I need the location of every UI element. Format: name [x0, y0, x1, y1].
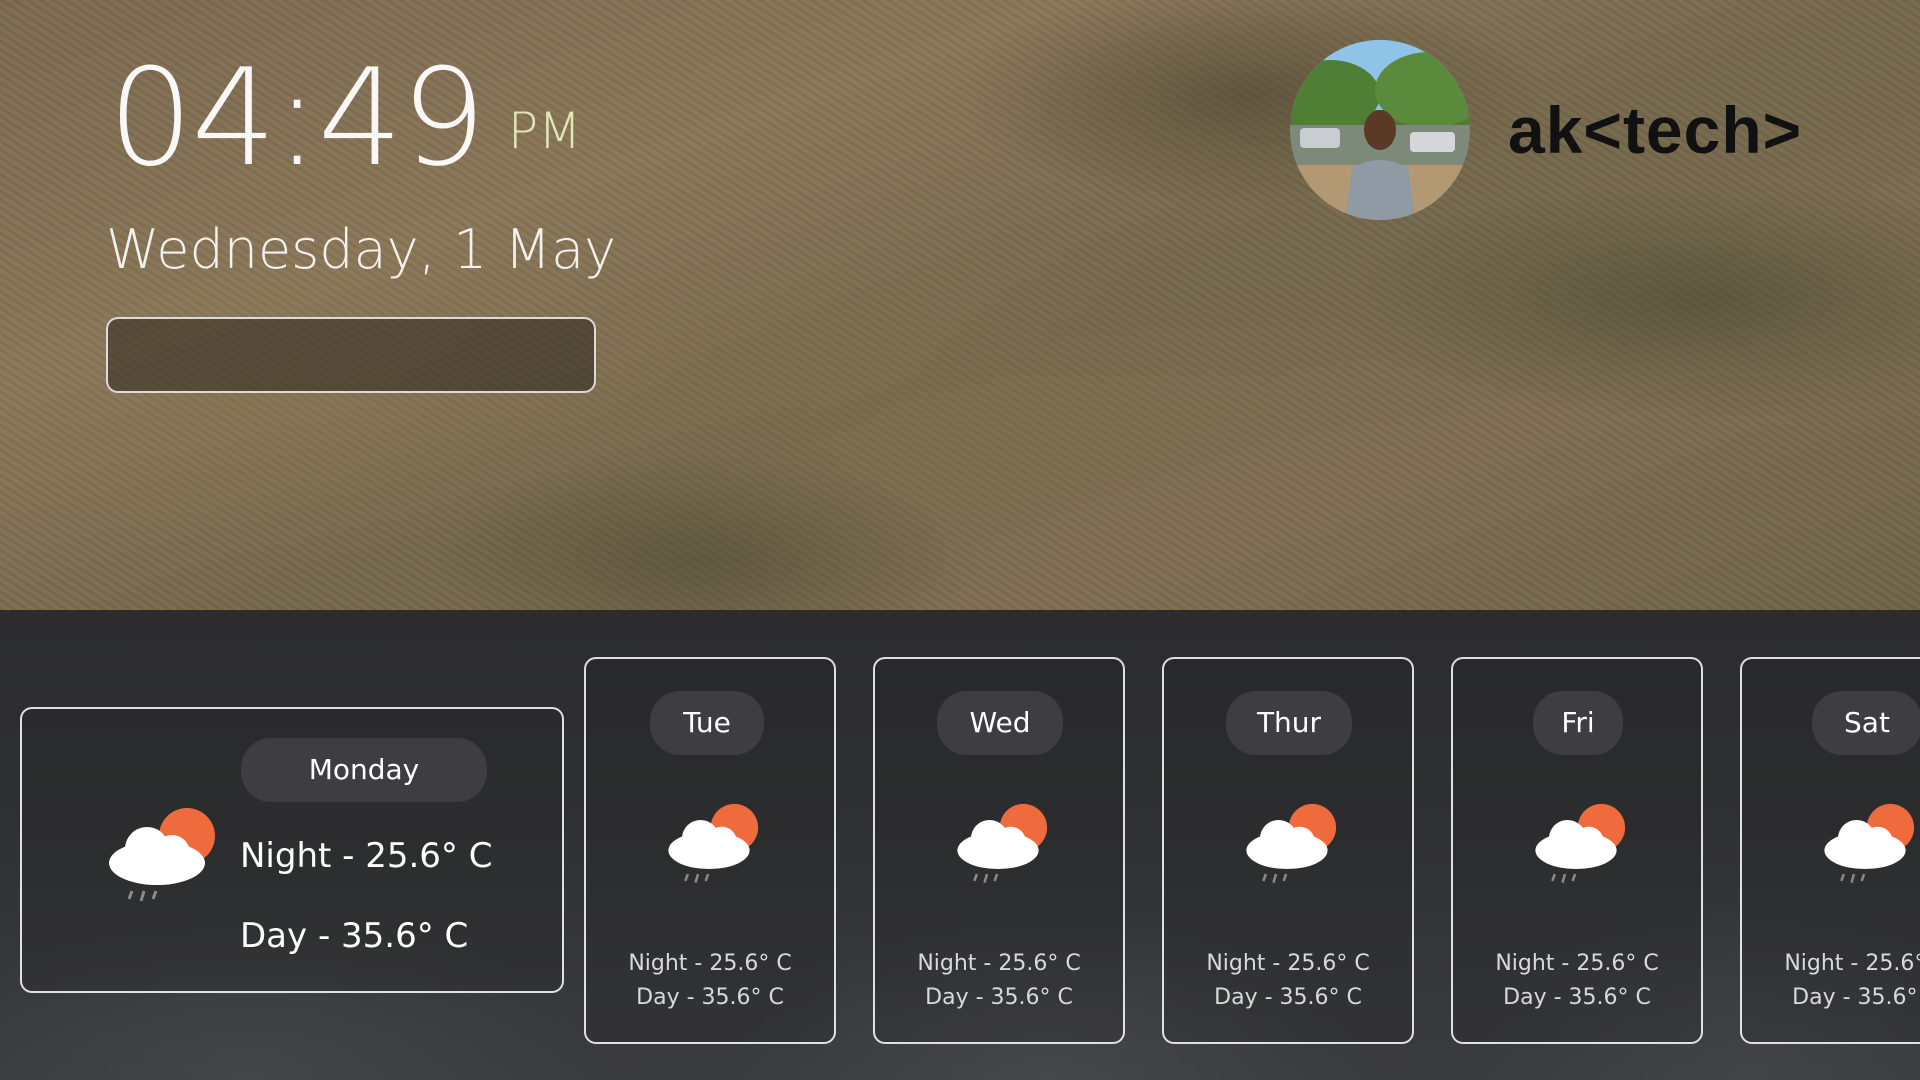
forecast-card-sat[interactable]: Sat Night - 25.6° C Day - 35.6° C	[1740, 657, 1920, 1044]
day-label: Fri	[1533, 691, 1623, 755]
current-date: Wednesday, 1 May	[106, 218, 617, 281]
night-temperature: Night - 25.6° C	[628, 951, 792, 976]
day-temperature: Day - 35.6° C	[1214, 985, 1362, 1010]
day-label: Monday	[241, 738, 487, 802]
avatar[interactable]	[1290, 40, 1470, 220]
night-temperature: Night - 25.6° C	[1495, 951, 1659, 976]
forecast-card-today[interactable]: Monday Night - 25.6° C Day - 35.6° C	[20, 707, 564, 993]
forecast-card-tue[interactable]: Tue Night - 25.6° C Day - 35.6° C	[584, 657, 836, 1044]
forecast-card-thur[interactable]: Thur Night - 25.6° C Day - 35.6° C	[1162, 657, 1414, 1044]
day-label: Sat	[1812, 691, 1920, 755]
clock-period: PM	[508, 102, 582, 160]
cloud-sun-rain-icon	[1246, 803, 1337, 883]
forecast-card-fri[interactable]: Fri Night - 25.6° C Day - 35.6° C	[1451, 657, 1703, 1044]
cloud-sun-rain-icon	[109, 808, 215, 902]
day-label: Thur	[1226, 691, 1352, 755]
night-temperature: Night - 25.6° C	[917, 951, 1081, 976]
cloud-sun-rain-icon	[1824, 803, 1915, 883]
day-temperature: Day - 35.6° C	[925, 985, 1073, 1010]
cloud-sun-rain-icon	[1535, 803, 1626, 883]
search-input[interactable]	[106, 317, 596, 393]
day-temperature: Day - 35.6° C	[1503, 985, 1651, 1010]
day-temperature: Day - 35.6° C	[1792, 985, 1920, 1010]
day-temperature: Day - 35.6° C	[240, 916, 469, 956]
forecast-card-sat-clip: Sat Night - 25.6° C Day - 35.6° C	[1740, 657, 1920, 1044]
avatar-photo	[1290, 40, 1470, 220]
cloud-sun-rain-icon	[957, 803, 1048, 883]
brand-name: ak<tech>	[1508, 93, 1803, 167]
day-label: Wed	[937, 691, 1063, 755]
clock-time: 04:49	[108, 40, 486, 196]
cloud-sun-rain-icon	[668, 803, 759, 883]
night-temperature: Night - 25.6° C	[240, 836, 493, 876]
day-temperature: Day - 35.6° C	[636, 985, 784, 1010]
night-temperature: Night - 25.6° C	[1206, 951, 1370, 976]
night-temperature: Night - 25.6° C	[1784, 951, 1920, 976]
day-label: Tue	[650, 691, 764, 755]
forecast-card-wed[interactable]: Wed Night - 25.6° C Day - 35.6° C	[873, 657, 1125, 1044]
